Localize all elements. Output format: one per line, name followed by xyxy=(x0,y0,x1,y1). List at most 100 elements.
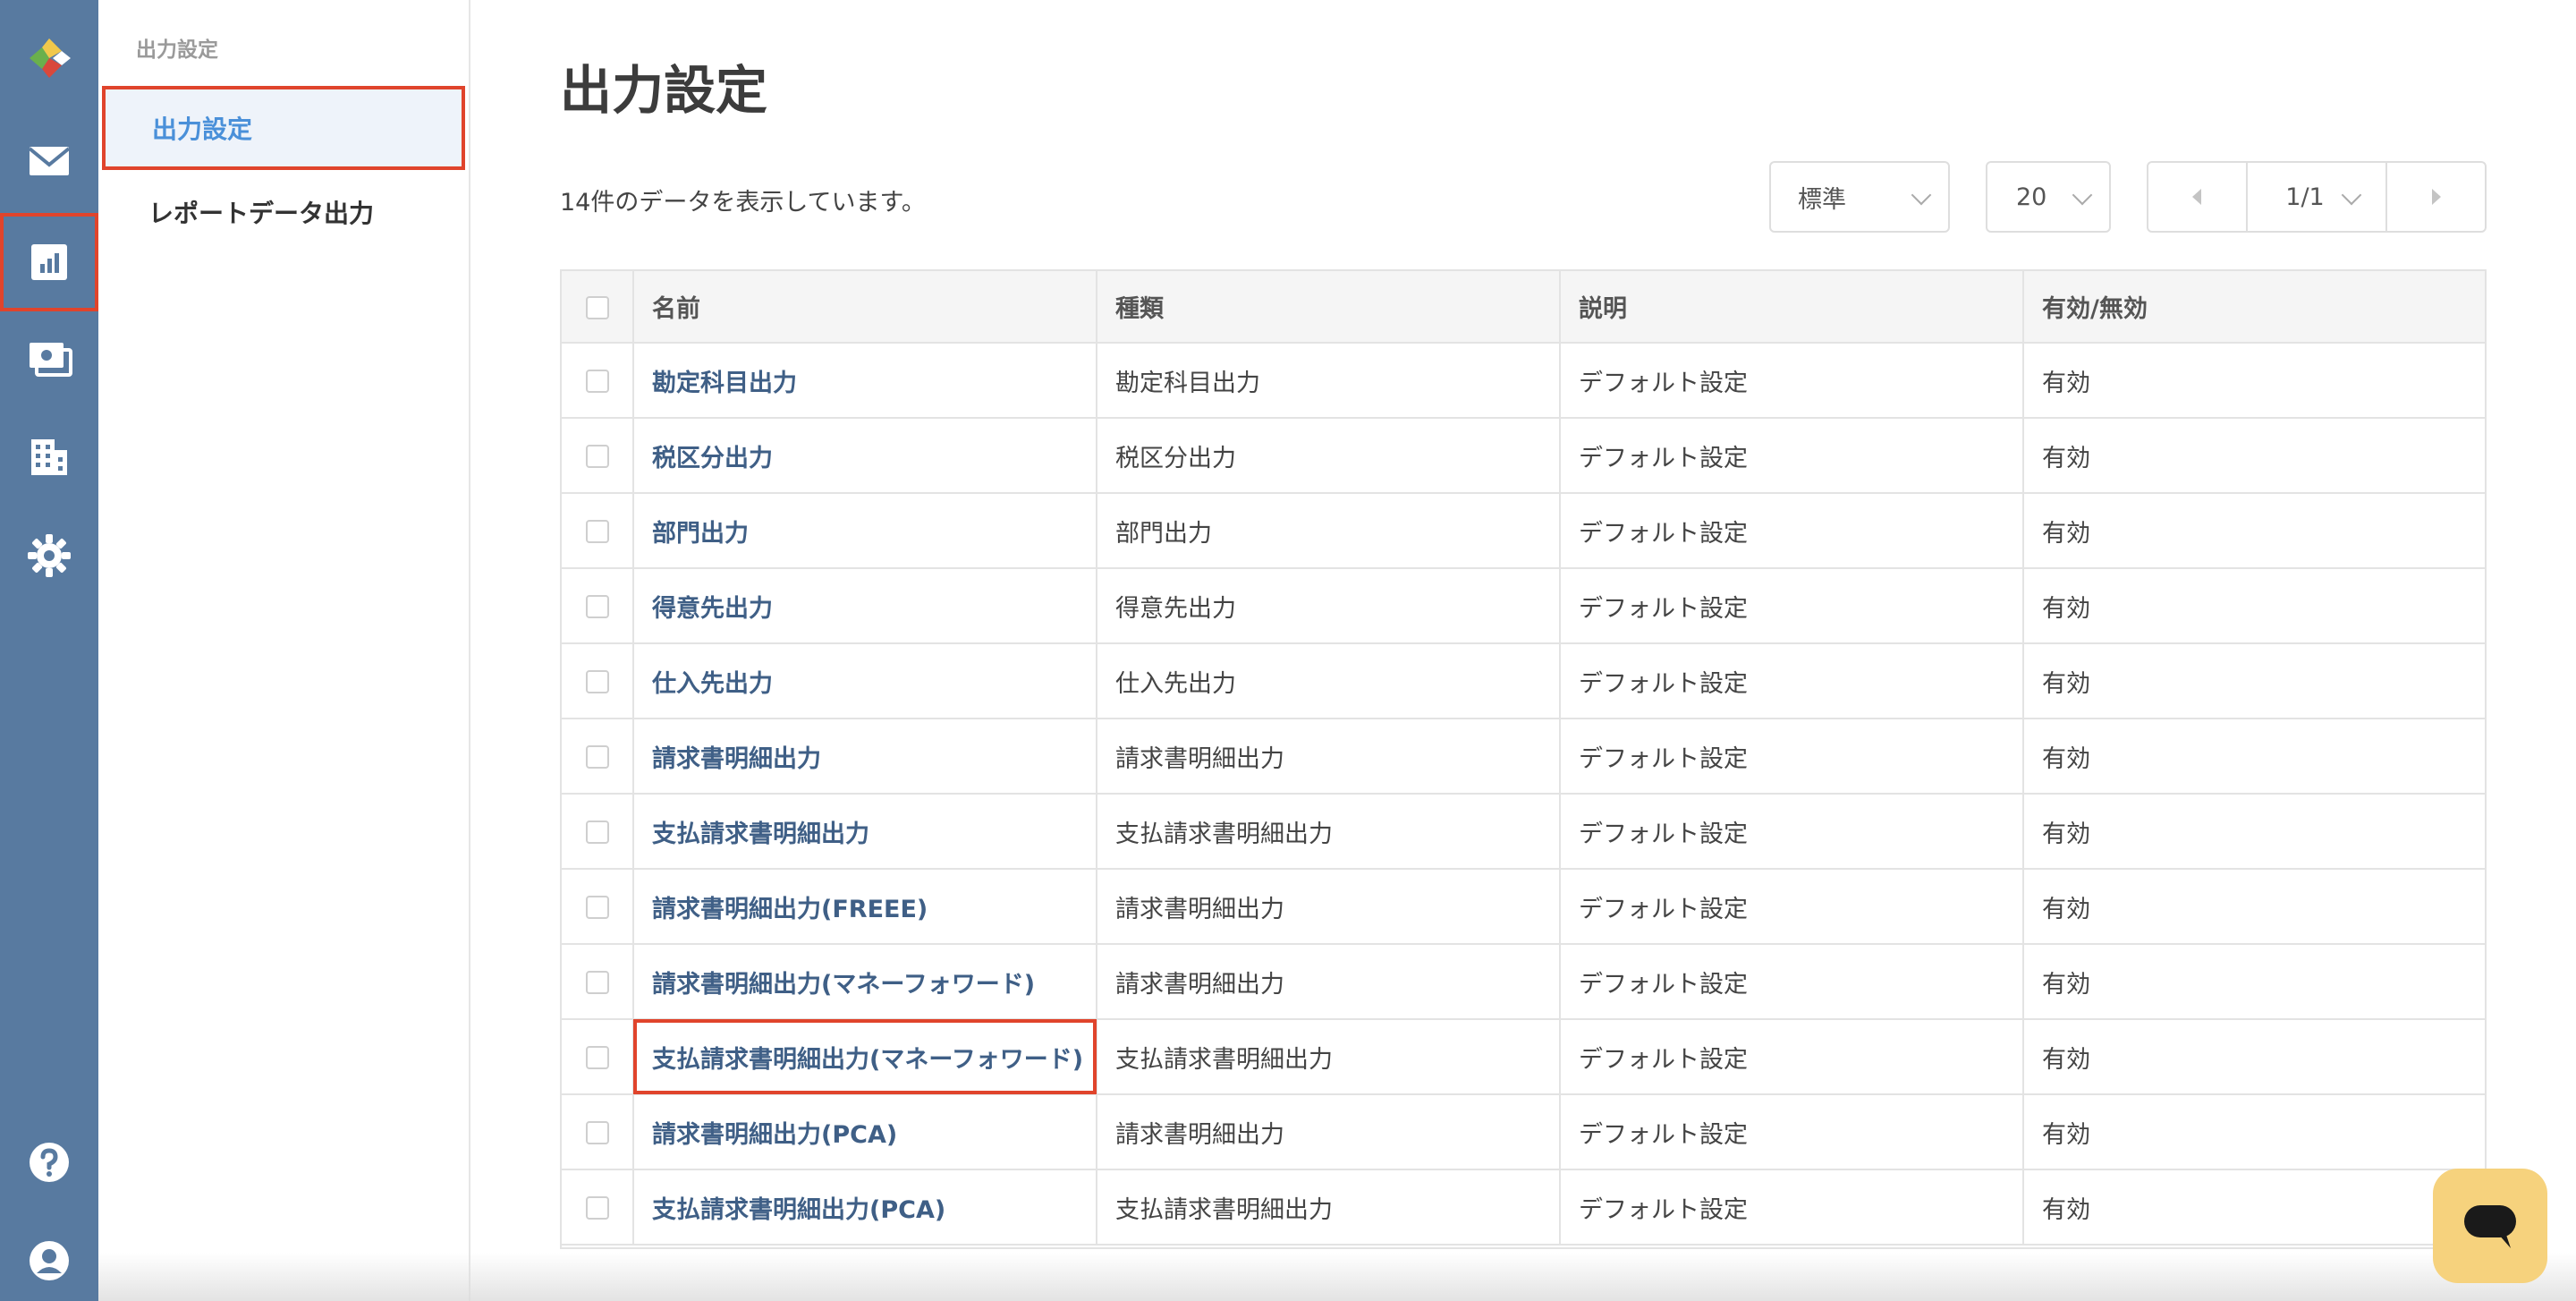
table-row[interactable]: 支払請求書明細出力(マネーフォワード) 支払請求書明細出力 デフォルト設定 有効 xyxy=(562,1019,2485,1095)
user-account-icon[interactable] xyxy=(0,1212,98,1301)
table-header-row: 名前 種類 説明 有効/無効 xyxy=(562,271,2485,344)
table-row[interactable]: 請求書明細出力(FREEE) 請求書明細出力 デフォルト設定 有効 xyxy=(562,869,2485,945)
row-description: デフォルト設定 xyxy=(1560,493,2024,569)
help-icon[interactable] xyxy=(0,1113,98,1212)
sub-sidebar: 出力設定 出力設定 レポートデータ出力 xyxy=(98,0,470,1301)
row-description: デフォルト設定 xyxy=(1560,794,2024,870)
row-name-link[interactable]: 支払請求書明細出力(マネーフォワード) xyxy=(633,1019,1097,1095)
row-name-link[interactable]: 請求書明細出力(PCA) xyxy=(633,1094,1097,1170)
chat-bubble-icon xyxy=(2464,1205,2516,1248)
record-count: 14件のデータを表示しています。 xyxy=(560,189,926,217)
row-checkbox[interactable] xyxy=(585,595,609,618)
subnav-section-label: 出力設定 xyxy=(136,38,218,62)
row-name-link[interactable]: 請求書明細出力 xyxy=(633,719,1097,795)
bottom-scroll-shadow xyxy=(98,1253,2576,1301)
row-description: デフォルト設定 xyxy=(1560,343,2024,419)
row-checkbox[interactable] xyxy=(585,821,609,844)
row-description: デフォルト設定 xyxy=(1560,944,2024,1020)
row-description: デフォルト設定 xyxy=(1560,1094,2024,1170)
chevron-down-icon xyxy=(2072,184,2093,206)
caret-left-icon xyxy=(2192,189,2202,205)
row-select-cell xyxy=(562,343,634,419)
row-select-cell xyxy=(562,418,634,494)
chevron-down-icon xyxy=(2341,184,2362,206)
table-row[interactable]: 税区分出力 税区分出力 デフォルト設定 有効 xyxy=(562,418,2485,494)
column-header-type[interactable]: 種類 xyxy=(1097,271,1561,344)
row-type: 部門出力 xyxy=(1097,493,1561,569)
row-checkbox[interactable] xyxy=(585,896,609,919)
table-row[interactable]: 仕入先出力 仕入先出力 デフォルト設定 有効 xyxy=(562,643,2485,719)
chevron-down-icon xyxy=(1911,184,1932,206)
row-checkbox[interactable] xyxy=(585,745,609,769)
select-all-checkbox[interactable] xyxy=(585,295,609,319)
caret-right-icon xyxy=(2431,189,2441,205)
table-row[interactable]: 支払請求書明細出力(PCA) 支払請求書明細出力 デフォルト設定 有効 xyxy=(562,1169,2485,1246)
table-row[interactable]: 請求書明細出力(PCA) 請求書明細出力 デフォルト設定 有効 xyxy=(562,1094,2485,1170)
table-row[interactable]: 部門出力 部門出力 デフォルト設定 有効 xyxy=(562,493,2485,569)
page-indicator: 1/1 xyxy=(2285,183,2325,211)
row-select-cell xyxy=(562,1019,634,1095)
table-row[interactable]: 勘定科目出力 勘定科目出力 デフォルト設定 有効 xyxy=(562,343,2485,419)
chat-button[interactable] xyxy=(2433,1169,2547,1283)
row-type: 請求書明細出力 xyxy=(1097,869,1561,945)
subnav-item-report-data-export[interactable]: レポートデータ出力 xyxy=(102,170,465,254)
per-page-value: 20 xyxy=(2016,183,2047,211)
row-name-link[interactable]: 請求書明細出力(マネーフォワード) xyxy=(633,944,1097,1020)
row-description: デフォルト設定 xyxy=(1560,418,2024,494)
table-row[interactable]: 支払請求書明細出力 支払請求書明細出力 デフォルト設定 有効 xyxy=(562,794,2485,870)
per-page-select[interactable]: 20 xyxy=(1986,161,2111,233)
row-checkbox[interactable] xyxy=(585,670,609,693)
row-status: 有効 xyxy=(2023,1169,2485,1246)
row-name-link[interactable]: 支払請求書明細出力 xyxy=(633,794,1097,870)
row-name-link[interactable]: 請求書明細出力(FREEE) xyxy=(633,869,1097,945)
app-logo-icon[interactable] xyxy=(0,9,98,107)
invoice-money-icon[interactable] xyxy=(0,310,98,408)
row-description: デフォルト設定 xyxy=(1560,869,2024,945)
row-type: 請求書明細出力 xyxy=(1097,944,1561,1020)
row-select-cell xyxy=(562,719,634,795)
table-row[interactable]: 得意先出力 得意先出力 デフォルト設定 有効 xyxy=(562,568,2485,644)
mail-icon[interactable] xyxy=(0,112,98,210)
row-checkbox[interactable] xyxy=(585,1046,609,1069)
row-description: デフォルト設定 xyxy=(1560,568,2024,644)
row-description: デフォルト設定 xyxy=(1560,1019,2024,1095)
row-status: 有効 xyxy=(2023,1019,2485,1095)
column-header-description[interactable]: 説明 xyxy=(1560,271,2024,344)
row-name-link[interactable]: 勘定科目出力 xyxy=(633,343,1097,419)
row-type: 勘定科目出力 xyxy=(1097,343,1561,419)
row-status: 有効 xyxy=(2023,643,2485,719)
building-icon[interactable] xyxy=(0,408,98,506)
gear-icon[interactable] xyxy=(0,506,98,605)
row-checkbox[interactable] xyxy=(585,520,609,543)
row-name-link[interactable]: 部門出力 xyxy=(633,493,1097,569)
row-name-link[interactable]: 仕入先出力 xyxy=(633,643,1097,719)
row-name-link[interactable]: 得意先出力 xyxy=(633,568,1097,644)
column-header-name[interactable]: 名前 xyxy=(633,271,1097,344)
pagination: 1/1 xyxy=(2147,161,2487,233)
row-status: 有効 xyxy=(2023,1094,2485,1170)
output-settings-table: 名前 種類 説明 有効/無効 勘定科目出力 勘定科目出力 デフォルト設定 有効 xyxy=(560,269,2487,1249)
row-description: デフォルト設定 xyxy=(1560,643,2024,719)
page-select[interactable]: 1/1 xyxy=(2245,163,2388,231)
row-checkbox[interactable] xyxy=(585,370,609,393)
row-checkbox[interactable] xyxy=(585,445,609,468)
row-select-cell xyxy=(562,1169,634,1246)
column-header-status[interactable]: 有効/無効 xyxy=(2023,271,2485,344)
row-checkbox[interactable] xyxy=(585,971,609,994)
table-row[interactable]: 請求書明細出力 請求書明細出力 デフォルト設定 有効 xyxy=(562,719,2485,795)
row-status: 有効 xyxy=(2023,418,2485,494)
row-status: 有効 xyxy=(2023,719,2485,795)
next-page-button[interactable] xyxy=(2387,163,2485,231)
view-select[interactable]: 標準 xyxy=(1769,161,1950,233)
row-type: 得意先出力 xyxy=(1097,568,1561,644)
row-status: 有効 xyxy=(2023,568,2485,644)
row-checkbox[interactable] xyxy=(585,1121,609,1144)
prev-page-button[interactable] xyxy=(2148,163,2246,231)
row-name-link[interactable]: 税区分出力 xyxy=(633,418,1097,494)
row-name-link[interactable]: 支払請求書明細出力(PCA) xyxy=(633,1169,1097,1246)
row-select-cell xyxy=(562,869,634,945)
subnav-item-output-settings[interactable]: 出力設定 xyxy=(102,86,465,170)
table-row[interactable]: 請求書明細出力(マネーフォワード) 請求書明細出力 デフォルト設定 有効 xyxy=(562,944,2485,1020)
report-chart-icon[interactable] xyxy=(0,213,98,311)
row-checkbox[interactable] xyxy=(585,1196,609,1220)
